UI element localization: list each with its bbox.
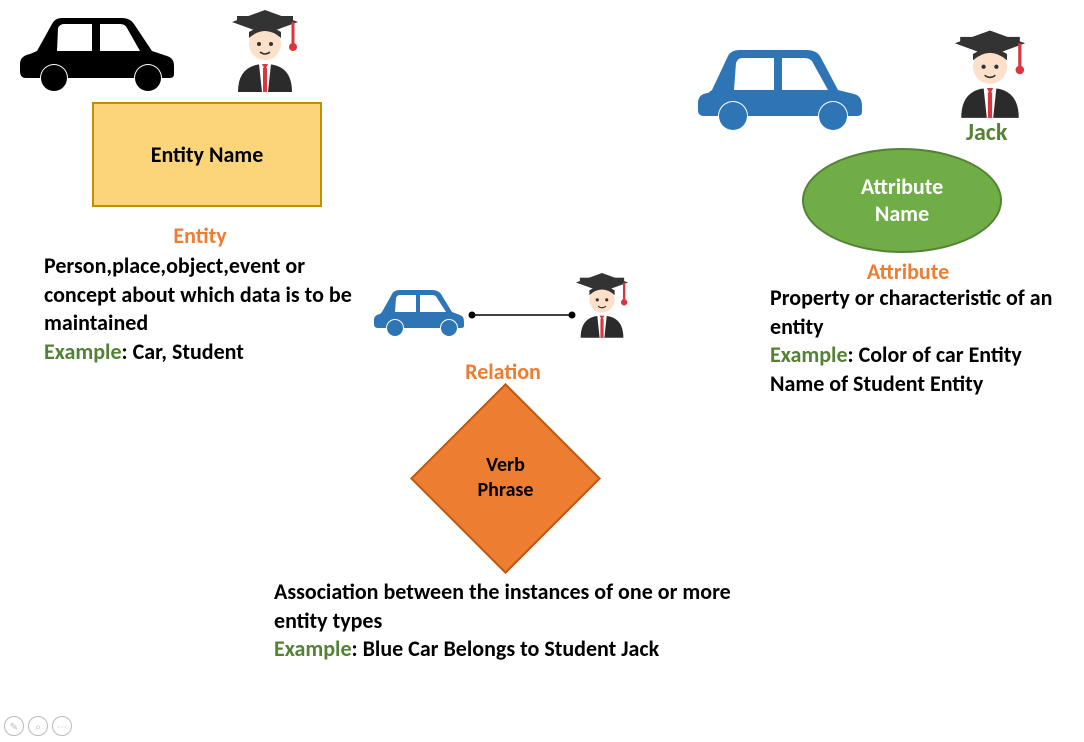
student-icon-relation — [568, 266, 636, 345]
zoom-icon[interactable]: ⌕ — [28, 716, 48, 736]
car-icon-blue-small — [368, 282, 468, 343]
entity-heading: Entity — [150, 222, 250, 249]
entity-box-label: Entity Name — [151, 141, 264, 168]
relation-description: Association between the instances of one… — [274, 578, 754, 664]
relation-heading: Relation — [448, 358, 558, 385]
diamond-label: Verb Phrase — [478, 453, 534, 503]
relation-diamond: Verb Phrase — [408, 398, 603, 558]
bottom-toolbar: ✎ ⌕ ⋯ — [4, 716, 72, 736]
student-icon-attribute — [944, 22, 1036, 125]
relation-example-text: : Blue Car Belongs to Student Jack — [352, 635, 660, 662]
jack-label: Jack — [966, 118, 1007, 147]
entity-name-box: Entity Name — [92, 102, 322, 207]
entity-description: Person,place,object,event or concept abo… — [44, 252, 354, 366]
attribute-description: Property or characteristic of an entity … — [770, 284, 1070, 398]
pen-icon[interactable]: ✎ — [4, 716, 24, 736]
student-icon-entity — [222, 2, 308, 99]
attribute-heading: Attribute — [848, 258, 968, 285]
entity-example-label: Example — [44, 338, 122, 365]
relation-connector — [468, 300, 578, 330]
more-icon[interactable]: ⋯ — [52, 716, 72, 736]
attribute-example-label: Example — [770, 341, 848, 368]
relation-example-label: Example — [274, 635, 352, 662]
car-icon-blue-large — [688, 38, 868, 137]
car-icon-black — [12, 6, 182, 99]
entity-example-text: : Car, Student — [122, 338, 244, 365]
attribute-ellipse: Attribute Name — [802, 148, 1002, 253]
attribute-ellipse-label: Attribute Name — [861, 174, 943, 227]
